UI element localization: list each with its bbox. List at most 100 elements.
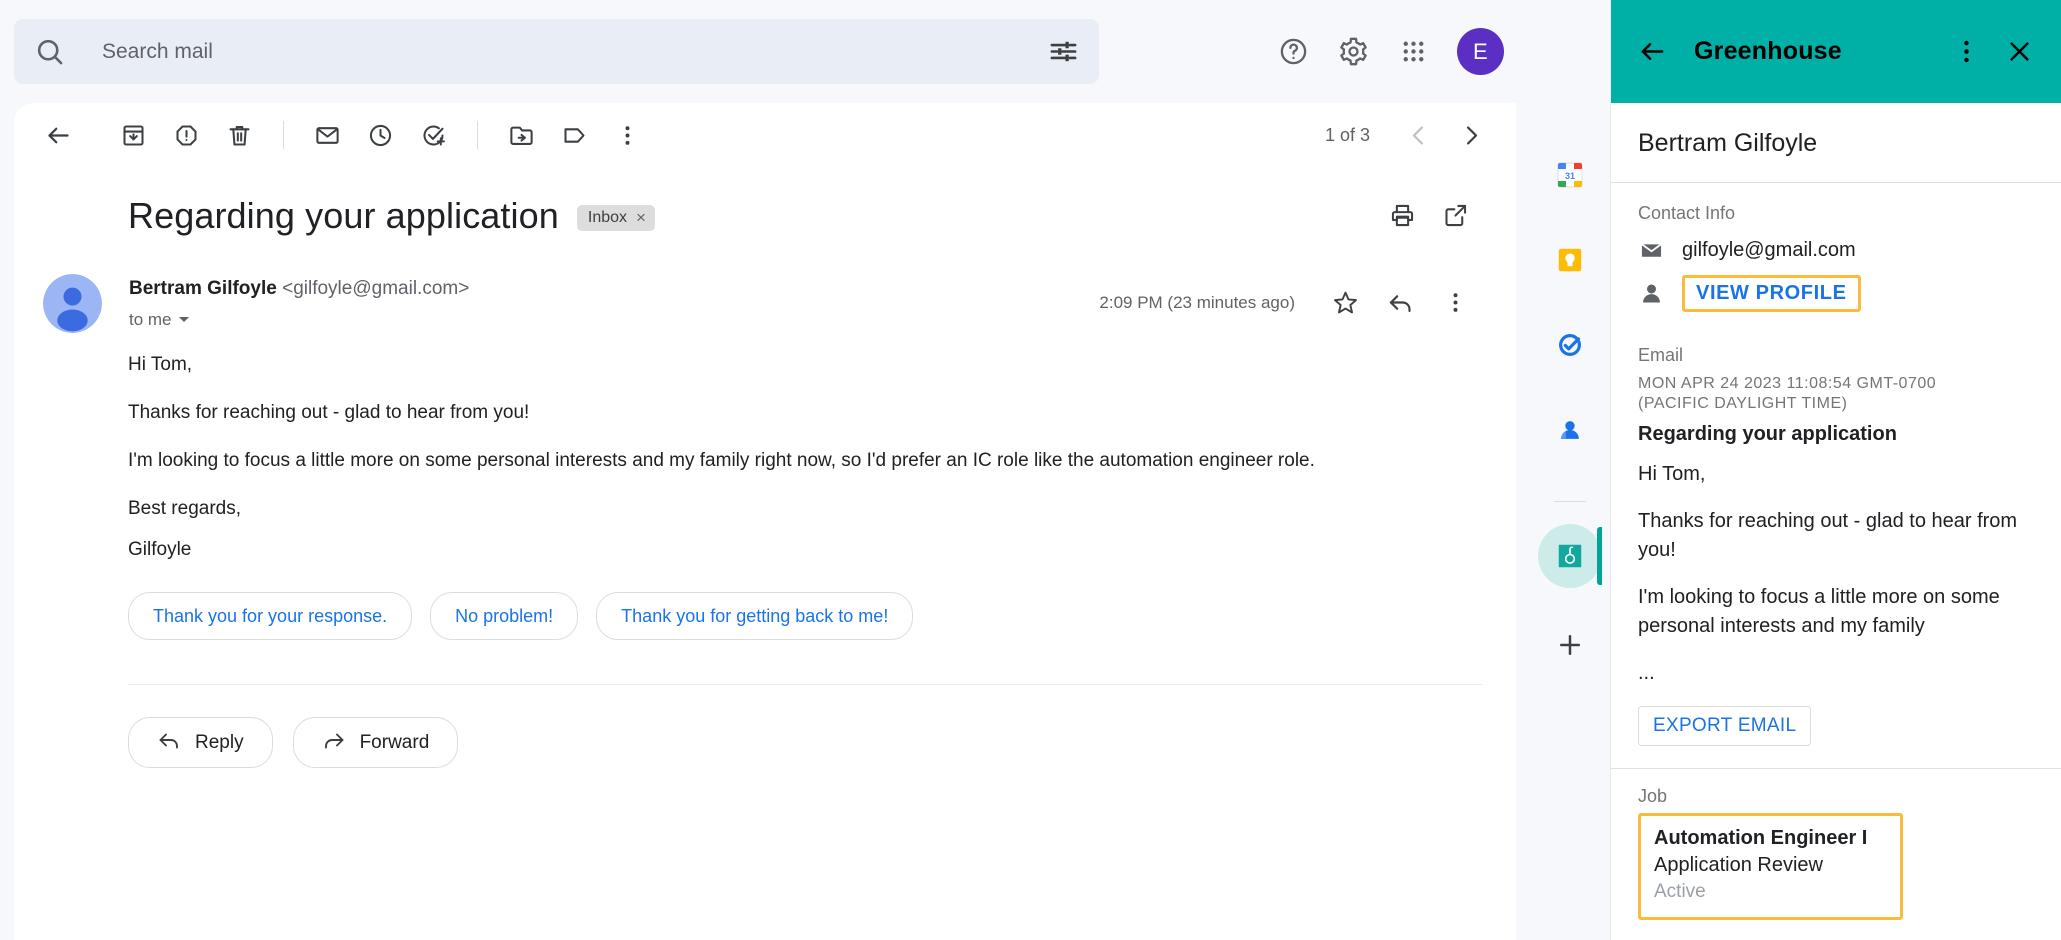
message-actions: 2:09 PM (23 minutes ago) [1099,274,1482,329]
apps-grid-icon[interactable] [1383,22,1443,82]
greenhouse-icon [1558,544,1582,568]
email-section: Email MON APR 24 2023 11:08:54 GMT-0700 … [1611,323,2061,746]
reply-button[interactable]: Reply [128,717,273,768]
panel-title: Greenhouse [1694,37,1842,65]
contact-email-value: gilfoyle@gmail.com [1682,239,1856,261]
close-icon[interactable] [1996,28,2043,75]
forward-button[interactable]: Forward [292,717,459,768]
email-section-label: Email [1638,345,1684,365]
top-search-bar: E [0,0,1530,103]
toolbar-divider [283,121,284,149]
greenhouse-addon-panel: Greenhouse Bertram Gilfoyle Contact Info… [1610,0,2061,940]
job-title: Automation Engineer I [1654,827,1868,849]
close-icon[interactable]: × [636,209,646,226]
pager-count: 1 of 3 [1324,124,1370,145]
label-tag-icon[interactable] [548,109,601,162]
more-vertical-icon[interactable] [601,109,654,162]
search-box[interactable] [14,19,1099,84]
gear-icon[interactable] [1323,22,1383,82]
view-profile-link[interactable]: VIEW PROFILE [1696,282,1847,304]
preview-paragraph: Thanks for reaching out - glad to hear f… [1638,510,2018,561]
email-preview: Hi Tom, Thanks for reaching out - glad t… [1638,460,2034,688]
clock-snooze-icon[interactable] [354,109,407,162]
sender-email: <gilfoyle@gmail.com> [282,278,470,299]
rail-item-google-tasks[interactable] [1538,313,1602,377]
body-paragraph-1: Thanks for reaching out - glad to hear f… [128,402,530,423]
contact-info-label: Contact Info [1638,203,1736,223]
subject-row: Regarding your application Inbox × [14,167,1516,242]
message-timestamp: 2:09 PM (23 minutes ago) [1099,292,1295,312]
gmail-main-column: E [0,0,1530,940]
reading-pane: 1 of 3 Regarding your application Inbox … [14,103,1516,940]
email-timestamp-line-2: (PACIFIC DAYLIGHT TIME) [1638,395,1848,412]
rail-item-greenhouse[interactable] [1538,524,1602,588]
chevron-right-icon[interactable] [1445,109,1498,162]
account-avatar[interactable]: E [1457,28,1504,75]
preview-paragraph: I'm looking to focus a little more on so… [1638,586,2000,637]
back-arrow-icon[interactable] [1629,28,1676,75]
view-profile-highlight-box: VIEW PROFILE [1682,275,1861,312]
sender-name: Bertram Gilfoyle [129,278,277,299]
rail-item-google-calendar[interactable]: 31 [1538,143,1602,207]
chevron-left-icon[interactable] [1392,109,1445,162]
mark-unread-envelope-icon[interactable] [301,109,354,162]
contact-info-section: Contact Info gilfoyle@gmail.com VIEW PRO… [1611,183,2061,312]
more-vertical-icon[interactable] [1429,276,1482,329]
back-arrow-icon[interactable] [32,109,85,162]
reply-forward-row: Reply Forward [14,685,1516,768]
message-toolbar: 1 of 3 [14,103,1516,167]
search-options-icon[interactable] [1048,36,1079,67]
preview-paragraph: Hi Tom, [1638,463,1706,485]
reply-arrow-icon[interactable] [1374,276,1427,329]
report-spam-icon[interactable] [160,109,213,162]
recipient-expander[interactable]: to me [129,310,469,330]
star-outline-icon[interactable] [1319,276,1372,329]
smart-reply-chip[interactable]: Thank you for your response. [128,592,413,640]
panel-body: Bertram Gilfoyle Contact Info gilfoyle@g… [1611,103,2061,940]
smart-reply-chip[interactable]: No problem! [430,592,579,640]
add-to-tasks-icon[interactable] [407,109,460,162]
google-contacts-icon [1561,421,1579,439]
avatar[interactable] [43,274,102,333]
export-email-button[interactable]: EXPORT EMAIL [1638,706,1812,746]
reply-arrow-icon [157,728,181,758]
rail-item-google-contacts[interactable] [1538,398,1602,462]
panel-header: Greenhouse [1611,0,2061,103]
archive-icon[interactable] [107,109,160,162]
job-section-label: Job [1638,786,1668,806]
email-timestamp-line-1: MON APR 24 2023 11:08:54 GMT-0700 [1638,375,1937,392]
job-section: Job Automation Engineer I Application Re… [1611,769,2061,920]
move-to-folder-icon[interactable] [495,109,548,162]
body-signoff: Best regards, [128,498,241,519]
preview-ellipsis: ... [1638,662,1655,684]
sender-line: Bertram Gilfoyle <gilfoyle@gmail.com> [129,277,469,302]
add-addon-button[interactable] [1538,613,1602,677]
svg-text:31: 31 [1565,171,1575,181]
recipient-text: to me [129,309,172,329]
candidate-name: Bertram Gilfoyle [1638,129,1818,157]
forward-button-label: Forward [359,731,430,753]
print-icon[interactable] [1376,189,1429,242]
subject-actions [1376,189,1516,242]
pagination: 1 of 3 [1325,109,1498,162]
body-greeting: Hi Tom, [128,354,193,375]
addon-side-rail: 31 [1530,0,1610,940]
google-tasks-icon [1559,334,1581,356]
help-icon[interactable] [1263,22,1323,82]
email-subject: Regarding your application [1638,423,1897,445]
job-stage: Application Review [1654,854,1823,876]
google-calendar-icon: 31 [1557,162,1583,188]
open-in-new-icon[interactable] [1429,189,1482,242]
body-paragraph-2: I'm looking to focus a little more on so… [128,450,1315,471]
view-profile-row: VIEW PROFILE [1638,275,2034,312]
forward-arrow-icon [322,728,346,758]
trash-icon[interactable] [213,109,266,162]
contact-email-row: gilfoyle@gmail.com [1638,237,2034,264]
search-input[interactable] [102,39,1038,64]
job-card[interactable]: Automation Engineer I Application Review… [1638,813,1903,920]
label-chip-inbox: Inbox × [576,204,655,231]
panel-header-actions [1943,28,2043,75]
rail-item-google-keep[interactable] [1538,228,1602,292]
more-vertical-icon[interactable] [1943,28,1990,75]
smart-reply-chip[interactable]: Thank you for getting back to me! [596,592,914,640]
